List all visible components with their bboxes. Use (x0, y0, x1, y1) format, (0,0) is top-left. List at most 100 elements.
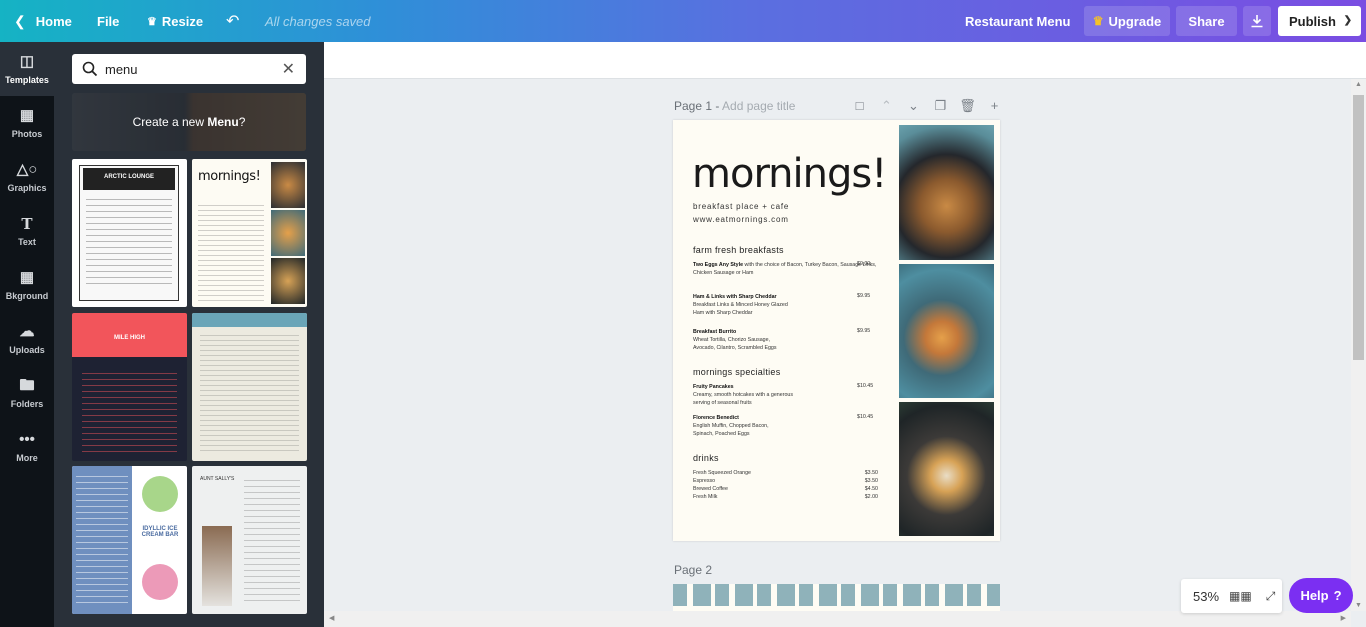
menu-item-price[interactable]: $9.95 (857, 328, 870, 334)
menu-item[interactable]: Ham & Links with Sharp Cheddar Breakfast … (693, 293, 878, 318)
pancake-stack-photo[interactable] (899, 402, 994, 536)
rail-item-uploads[interactable]: ☁ Uploads (0, 312, 54, 366)
duplicate-icon[interactable]: ❐ (927, 98, 954, 114)
menu-item[interactable]: Two Eggs Any Style with the choice of Ba… (693, 261, 878, 277)
download-icon (1251, 15, 1263, 28)
rail-label: Templates (5, 74, 49, 85)
template-thumbnail[interactable] (192, 313, 307, 461)
add-page-title-field[interactable]: Add page title (722, 99, 795, 113)
rail-item-more[interactable]: ••• More (0, 420, 54, 474)
help-button[interactable]: Help ? (1289, 578, 1353, 613)
template-thumbnail[interactable]: ARCTIC LOUNGE (72, 159, 187, 307)
rail-label: Folders (10, 398, 44, 409)
menu-item-price[interactable]: $9.95 (857, 293, 870, 299)
vertical-scrollbar[interactable]: ▲ ▼ (1351, 79, 1366, 611)
fullscreen-icon[interactable]: ⤢ (1266, 589, 1276, 604)
banner-prefix: Create a new (132, 115, 208, 129)
pancakes-photo[interactable] (899, 264, 994, 398)
templates-panel: ✕ Create a new Menu? ARCTIC LOUNGE morni… (54, 42, 324, 627)
menu-item-price[interactable]: $10.45 (857, 414, 873, 420)
home-button[interactable]: ❮ Home (14, 13, 72, 30)
top-bar: ❮ Home File ♛ Resize ↶ All changes saved… (0, 0, 1366, 42)
list-item: Fresh Squeezed Orange $3.50 (693, 469, 878, 477)
grid-view-icon[interactable]: ▦▦ (1229, 589, 1252, 603)
rail-item-text[interactable]: T Text (0, 204, 54, 258)
template-thumbnail[interactable]: AUNT SALLY'S (192, 466, 307, 614)
rail-item-graphics[interactable]: △○ Graphics (0, 150, 54, 204)
menu-item-name: Florence Benedict (693, 415, 739, 421)
rail-item-photos[interactable]: ▦ Photos (0, 96, 54, 150)
template-thumbnail[interactable]: mornings! (192, 159, 307, 307)
chevron-down-icon[interactable]: ❯ (1344, 15, 1352, 26)
resize-button[interactable]: ♛ Resize (147, 14, 203, 29)
menu-subtitle[interactable]: breakfast place + cafe www.eatmornings.c… (693, 200, 789, 226)
zoom-control: 53% ▦▦ ⤢ (1181, 579, 1282, 613)
menu-item-desc: Creamy, smooth hotcakes with a generous … (693, 392, 794, 407)
menu-item-price[interactable]: $9.00 (857, 261, 870, 267)
scroll-left-icon[interactable]: ◀ (329, 614, 334, 622)
menu-section-heading[interactable]: drinks (693, 453, 719, 463)
chevron-down-icon[interactable]: ⌄ (900, 98, 927, 114)
menu-item-desc: Breakfast Links & Minced Honey Glazed Ha… (693, 302, 788, 317)
menu-website: www.eatmornings.com (693, 215, 789, 224)
template-title: MILE HIGH (114, 335, 145, 341)
text-icon: T (21, 214, 33, 233)
plus-icon[interactable]: + (981, 98, 1008, 114)
share-button[interactable]: Share (1176, 6, 1237, 36)
scroll-up-icon[interactable]: ▲ (1355, 81, 1362, 88)
search-input[interactable] (105, 60, 275, 78)
undo-button[interactable]: ↶ (226, 11, 239, 31)
cereal-bowl-photo[interactable] (899, 125, 994, 260)
close-icon[interactable]: ✕ (282, 59, 295, 79)
publish-button[interactable]: Publish ❯ (1278, 6, 1361, 36)
rail-label: Photos (11, 128, 43, 139)
list-item: Brewed Coffee $4.50 (693, 485, 878, 493)
rail-item-templates[interactable]: ◫ Templates (0, 42, 54, 96)
list-item: Espresso $3.50 (693, 477, 878, 485)
chevron-up-icon[interactable]: ⌃ (873, 98, 900, 114)
scrollbar-thumb[interactable] (1353, 95, 1364, 360)
design-canvas: Page 1 - Add page title □ ⌃ ⌄ ❐ 🗑 + morn… (324, 79, 1366, 627)
zoom-level[interactable]: 53% (1193, 589, 1219, 604)
banner-suffix: ? (238, 115, 246, 129)
scroll-right-icon[interactable]: ▶ (1341, 614, 1346, 622)
download-button[interactable] (1243, 6, 1271, 36)
notes-icon[interactable]: □ (846, 98, 873, 114)
upgrade-button[interactable]: ♛ Upgrade (1084, 6, 1170, 36)
menu-section-heading[interactable]: farm fresh breakfasts (693, 245, 784, 255)
horizontal-scrollbar[interactable]: ◀ ▶ (324, 611, 1351, 627)
publish-label: Publish (1289, 13, 1336, 29)
rail-item-background[interactable]: ▦ Bkground (0, 258, 54, 312)
chevron-left-icon: ❮ (14, 13, 26, 29)
question-icon: ? (1333, 588, 1342, 603)
menu-item[interactable]: Florence Benedict English Muffin, Chopped… (693, 414, 878, 439)
template-thumbnail[interactable]: IDYLLIC ICE CREAM BAR (72, 466, 187, 614)
upload-icon: ☁ (19, 322, 35, 340)
undo-icon: ↶ (226, 13, 240, 30)
trash-icon[interactable]: 🗑 (954, 98, 981, 114)
menu-title[interactable]: mornings! (692, 151, 887, 197)
design-title[interactable]: Restaurant Menu (965, 14, 1070, 29)
resize-label: Resize (161, 14, 204, 29)
drinks-list[interactable]: Fresh Squeezed Orange $3.50 Espresso $3.50… (693, 469, 878, 501)
menu-item-name: Ham & Links with Sharp Cheddar (693, 294, 777, 300)
menu-item[interactable]: Breakfast Burrito Wheat Tortilla, Chorizo… (693, 328, 878, 353)
template-thumbnail[interactable]: MILE HIGH (72, 313, 187, 461)
rail-item-folders[interactable]: 🖿 Folders (0, 366, 54, 420)
menu-item-name: Two Eggs Any Style (693, 262, 744, 268)
decorative-pattern (673, 584, 1000, 606)
menu-section-heading[interactable]: mornings specialties (693, 367, 781, 377)
menu-item-price[interactable]: $10.45 (857, 383, 873, 389)
side-rail: ◫ Templates ▦ Photos △○ Graphics T Text … (0, 42, 54, 627)
design-page-1[interactable]: mornings! breakfast place + cafe www.eat… (673, 120, 1000, 541)
list-item: Fresh Milk $2.00 (693, 493, 878, 501)
menu-tagline: breakfast place + cafe (693, 202, 790, 211)
scroll-down-icon[interactable]: ▼ (1355, 602, 1362, 609)
menu-item[interactable]: Fruity Pancakes Creamy, smooth hotcakes w… (693, 383, 878, 408)
create-menu-banner[interactable]: Create a new Menu? (72, 93, 306, 151)
banner-text: Create a new Menu? (133, 115, 246, 129)
file-menu-button[interactable]: File (97, 14, 119, 29)
background-icon: ▦ (19, 268, 35, 286)
rail-label: Bkground (5, 290, 49, 301)
page-1-label: Page 1 - Add page title (674, 99, 795, 113)
